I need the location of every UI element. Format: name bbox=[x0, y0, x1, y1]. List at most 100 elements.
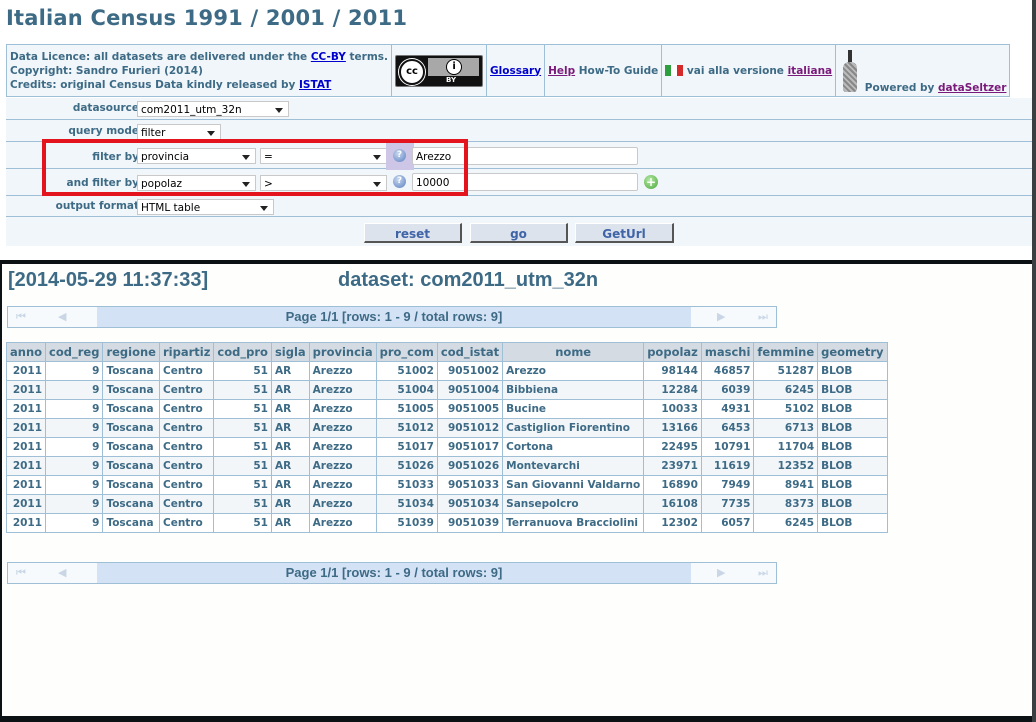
query-timestamp: [2014-05-29 11:37:33] bbox=[8, 269, 209, 291]
cell-regione: Toscana bbox=[102, 513, 160, 533]
language-cell: vai alla versione italiana bbox=[661, 44, 837, 97]
column-header-nome[interactable]: nome bbox=[502, 342, 645, 362]
italian-flag-icon[interactable] bbox=[665, 65, 684, 76]
prev-page-icon[interactable]: ◀ bbox=[58, 311, 66, 323]
column-header-anno[interactable]: anno bbox=[5, 342, 47, 362]
column-header-cod-pro[interactable]: cod_pro bbox=[213, 342, 272, 362]
attribution-icon: i bbox=[446, 58, 463, 75]
prev-page-icon[interactable]: ◀ bbox=[58, 567, 66, 579]
table-row: 2011 9 Toscana Centro 51 AR Arezzo 51012 9051012… bbox=[5, 418, 888, 438]
cell-cod-istat: 9051002 bbox=[436, 361, 504, 381]
last-page-icon[interactable]: ⏭ bbox=[758, 567, 768, 579]
last-page-icon[interactable]: ⏭ bbox=[758, 311, 768, 323]
column-header-femmine[interactable]: femmine bbox=[753, 342, 819, 362]
cell-regione: Toscana bbox=[102, 437, 160, 457]
cell-geometry: BLOB bbox=[817, 380, 888, 400]
geturl-button[interactable]: GetUrl bbox=[575, 223, 674, 243]
column-header-sigla[interactable]: sigla bbox=[270, 342, 310, 362]
output-format-row: output format HTML table bbox=[6, 196, 1032, 217]
cell-popolaz: 16108 bbox=[643, 494, 702, 514]
column-header-regione[interactable]: regione bbox=[102, 342, 160, 362]
cell-geometry: BLOB bbox=[817, 361, 888, 381]
column-header-pro-com[interactable]: pro_com bbox=[375, 342, 438, 362]
cell-pro-com: 51033 bbox=[375, 475, 438, 495]
cell-provincia: Arezzo bbox=[308, 437, 377, 457]
cell-sigla: AR bbox=[270, 475, 310, 495]
query-mode-label: query mode bbox=[68, 125, 139, 137]
cell-geometry: BLOB bbox=[817, 437, 888, 457]
cell-cod-reg: 9 bbox=[45, 380, 104, 400]
cell-nome: Cortona bbox=[502, 437, 645, 457]
cell-provincia: Arezzo bbox=[308, 418, 377, 438]
table-row: 2011 9 Toscana Centro 51 AR Arezzo 51033 9051033… bbox=[5, 475, 888, 495]
next-page-icon[interactable]: ▶ bbox=[717, 567, 725, 579]
column-header-maschi[interactable]: maschi bbox=[700, 342, 755, 362]
dataset-title: dataset: com2011_utm_32n bbox=[338, 269, 599, 291]
window-edge bbox=[1032, 0, 1036, 722]
cc-badge-cell: cc i BY bbox=[391, 44, 488, 97]
table-header-row: anno cod_reg regione ripartiz cod_pro sigla pr… bbox=[5, 342, 888, 362]
cell-cod-pro: 51 bbox=[213, 399, 272, 419]
cc-by-link[interactable]: CC-BY bbox=[311, 51, 346, 63]
add-filter-icon[interactable]: + bbox=[644, 175, 658, 189]
cell-popolaz: 23971 bbox=[643, 456, 702, 476]
output-format-select[interactable]: HTML table bbox=[137, 199, 274, 215]
cell-provincia: Arezzo bbox=[308, 399, 377, 419]
datasource-row: datasource com2011_utm_32n bbox=[6, 98, 1032, 120]
column-header-cod-reg[interactable]: cod_reg bbox=[45, 342, 104, 362]
cell-cod-reg: 9 bbox=[45, 437, 104, 457]
cell-cod-pro: 51 bbox=[213, 418, 272, 438]
cell-sigla: AR bbox=[270, 361, 310, 381]
cell-sigla: AR bbox=[270, 399, 310, 419]
cell-femmine: 8373 bbox=[753, 494, 819, 514]
cell-provincia: Arezzo bbox=[308, 456, 377, 476]
cell-nome: San Giovanni Valdarno bbox=[502, 475, 645, 495]
first-page-icon[interactable]: ⏮ bbox=[16, 567, 26, 579]
first-page-icon[interactable]: ⏮ bbox=[16, 311, 26, 323]
help-cell: Help How-To Guide bbox=[544, 44, 663, 97]
cell-cod-pro: 51 bbox=[213, 361, 272, 381]
istat-link[interactable]: ISTAT bbox=[299, 79, 331, 91]
column-header-cod-istat[interactable]: cod_istat bbox=[436, 342, 504, 362]
cell-nome: Montevarchi bbox=[502, 456, 645, 476]
column-header-ripartiz[interactable]: ripartiz bbox=[158, 342, 215, 362]
cell-cod-istat: 9051005 bbox=[436, 399, 504, 419]
cell-sigla: AR bbox=[270, 437, 310, 457]
cell-ripartiz: Centro bbox=[158, 361, 215, 381]
column-header-popolaz[interactable]: popolaz bbox=[643, 342, 702, 362]
datasource-select[interactable]: com2011_utm_32n bbox=[137, 101, 289, 117]
query-mode-select[interactable]: filter bbox=[137, 124, 221, 140]
cell-cod-reg: 9 bbox=[45, 494, 104, 514]
table-row: 2011 9 Toscana Centro 51 AR Arezzo 51017 9051017… bbox=[5, 437, 888, 457]
next-page-icon[interactable]: ▶ bbox=[717, 311, 725, 323]
cell-ripartiz: Centro bbox=[158, 418, 215, 438]
glossary-cell: Glossary bbox=[486, 44, 546, 97]
dataseltzer-link[interactable]: dataSeltzer bbox=[938, 82, 1006, 94]
glossary-link[interactable]: Glossary bbox=[490, 65, 541, 77]
cell-ripartiz: Centro bbox=[158, 513, 215, 533]
cell-nome: Bucine bbox=[502, 399, 645, 419]
page-title: Italian Census 1991 / 2001 / 2011 bbox=[6, 6, 408, 30]
reset-button[interactable]: reset bbox=[364, 223, 462, 243]
cell-cod-reg: 9 bbox=[45, 418, 104, 438]
cell-pro-com: 51026 bbox=[375, 456, 438, 476]
cell-cod-istat: 9051017 bbox=[436, 437, 504, 457]
go-button[interactable]: go bbox=[470, 223, 568, 243]
cell-regione: Toscana bbox=[102, 456, 160, 476]
help-link[interactable]: Help bbox=[548, 65, 575, 77]
cell-ripartiz: Centro bbox=[158, 456, 215, 476]
results-table: anno cod_reg regione ripartiz cod_pro sigla pr… bbox=[5, 342, 888, 533]
cell-maschi: 10791 bbox=[700, 437, 755, 457]
cell-maschi: 46857 bbox=[700, 361, 755, 381]
cell-provincia: Arezzo bbox=[308, 494, 377, 514]
italian-version-link[interactable]: italiana bbox=[788, 65, 833, 77]
cell-ripartiz: Centro bbox=[158, 475, 215, 495]
cc-by-badge-icon[interactable]: cc i BY bbox=[395, 54, 484, 87]
pager-status: Page 1/1 [rows: 1 - 9 / total rows: 9] bbox=[97, 307, 691, 327]
cell-cod-reg: 9 bbox=[45, 361, 104, 381]
cell-nome: Bibbiena bbox=[502, 380, 645, 400]
cell-popolaz: 13166 bbox=[643, 418, 702, 438]
column-header-geometry[interactable]: geometry bbox=[817, 342, 888, 362]
cell-cod-reg: 9 bbox=[45, 456, 104, 476]
column-header-provincia[interactable]: provincia bbox=[308, 342, 377, 362]
